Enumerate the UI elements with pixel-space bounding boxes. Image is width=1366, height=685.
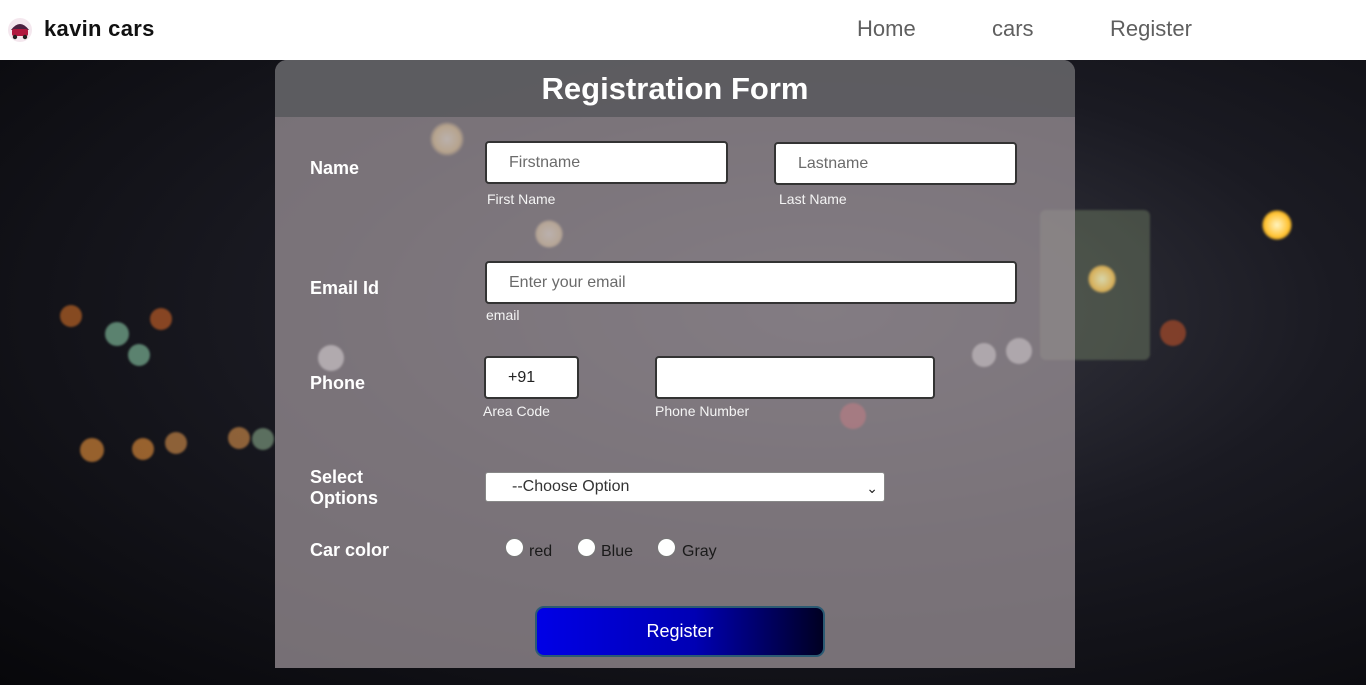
nav-home-link[interactable]: Home — [857, 16, 916, 42]
lastname-caption: Last Name — [779, 191, 847, 207]
radio-blue-label: Blue — [601, 543, 634, 560]
email-label: Email Id — [310, 278, 380, 298]
main-nav: Home cars Register — [0, 16, 1366, 46]
firstname-input[interactable] — [485, 141, 728, 184]
phone-number-input[interactable] — [655, 356, 935, 399]
radio-gray[interactable] — [657, 538, 676, 557]
car-color-label: Car color — [310, 540, 390, 560]
form-header: Registration Form — [275, 60, 1075, 117]
lastname-input[interactable] — [774, 142, 1017, 185]
phone-label: Phone — [310, 373, 366, 393]
registration-form: Registration Form Name First Name Last N… — [275, 60, 1075, 668]
form-title: Registration Form — [541, 70, 809, 106]
radio-blue[interactable] — [577, 538, 596, 557]
radio-red[interactable] — [505, 538, 524, 557]
options-selected-value: --Choose Option — [512, 478, 630, 495]
area-code-caption: Area Code — [483, 403, 550, 419]
email-input[interactable] — [485, 261, 1017, 304]
name-label: Name — [310, 158, 360, 178]
radio-red-label: red — [529, 543, 553, 560]
register-button[interactable]: Register — [535, 606, 825, 657]
options-select[interactable]: --Choose Option ⌄ — [485, 472, 885, 502]
top-navbar: kavin cars Home cars Register — [0, 0, 1366, 60]
select-options-label: Select Options — [310, 467, 378, 508]
chevron-down-icon: ⌄ — [866, 480, 878, 496]
email-caption: email — [486, 307, 520, 323]
nav-cars-link[interactable]: cars — [992, 16, 1034, 42]
radio-gray-label: Gray — [682, 543, 717, 560]
firstname-caption: First Name — [487, 191, 556, 207]
area-code-input[interactable] — [484, 356, 579, 399]
nav-register-link[interactable]: Register — [1110, 16, 1192, 42]
phone-number-caption: Phone Number — [655, 403, 750, 419]
